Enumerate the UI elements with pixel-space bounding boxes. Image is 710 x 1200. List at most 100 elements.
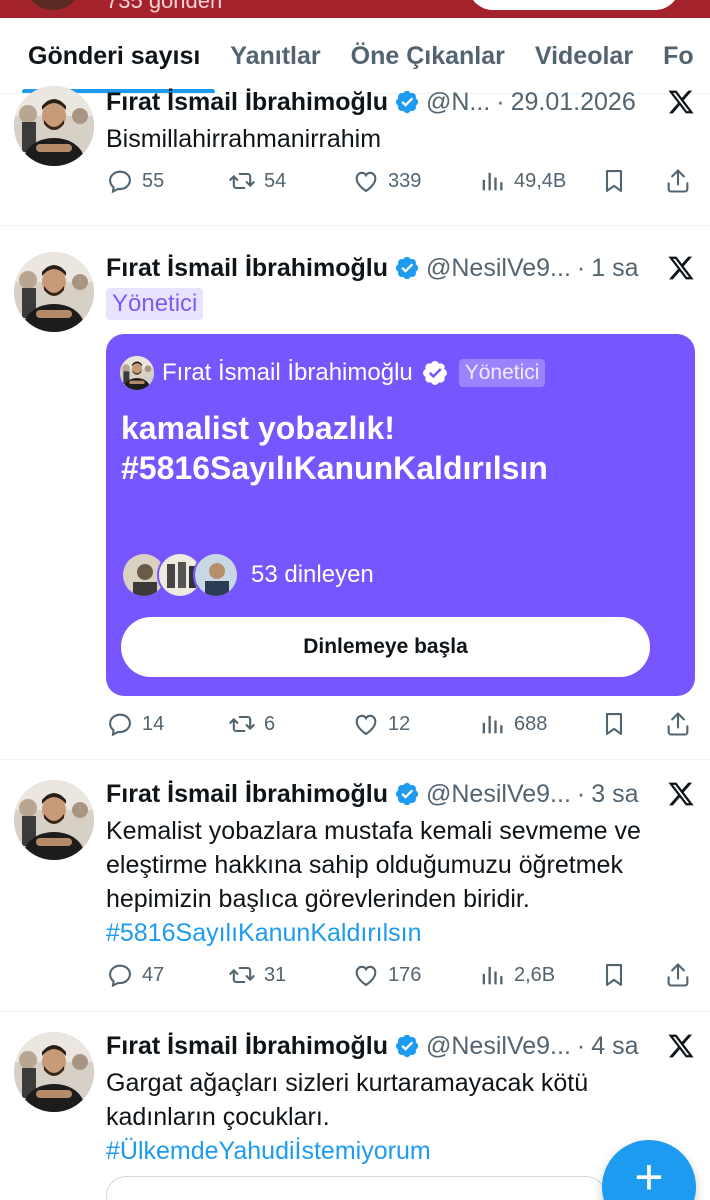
profile-header-remnant: 735 gönderi [0,0,710,18]
bookmark-button[interactable] [600,704,636,744]
space-title: kamalist yobazlık! #5816SayılıKanunKaldı… [121,408,675,488]
x-logo-icon[interactable] [666,82,696,122]
hashtag-link[interactable]: #5816SayılıKanunKaldırılsın [106,916,696,950]
separator-dot: · [576,779,586,808]
views-icon [478,710,506,738]
x-logo-icon[interactable] [666,774,696,814]
share-button[interactable] [664,161,700,201]
retweet-icon [228,167,256,195]
verified-icon [422,361,447,385]
share-icon [664,710,692,738]
reply-button[interactable]: 47 [106,955,164,995]
author-handle[interactable]: @NesilVe9... [426,780,571,809]
tweet-header: Fırat İsmail İbrahimoğlu @NesilVe9... · … [106,1026,696,1066]
like-button[interactable]: 339 [352,161,421,201]
follow-button-remnant[interactable] [468,0,680,10]
reply-icon [106,961,134,989]
bookmark-button[interactable] [600,955,636,995]
compose-plus-icon: + [634,1149,664,1200]
embedded-card-remnant [106,1176,606,1200]
bookmark-icon [600,961,628,989]
views-icon [478,961,506,989]
separator-dot: · [576,1031,586,1060]
like-count: 176 [388,963,422,986]
tweet-text: Bismillahirrahmanirrahim [106,125,382,153]
tweet-text: Kemalist yobazlara mustafa kemali sevmem… [106,814,696,950]
like-icon [352,167,380,195]
author-handle[interactable]: @NesilVe9... [426,254,571,283]
space-title-line: kamalist yobazlık! [121,410,395,446]
retweet-icon [228,710,256,738]
tweet-time[interactable]: 1 sa [591,254,638,283]
tweet[interactable]: Fırat İsmail İbrahimoğlu @NesilVe9... · … [0,760,710,1012]
author-name[interactable]: Fırat İsmail İbrahimoğlu [106,780,388,809]
separator-dot: · [496,87,505,116]
views-button[interactable]: 2,6B [478,955,555,995]
tweet-text-line: hepimizin başlıca görevlerinden biridir. [106,885,530,913]
share-button[interactable] [664,704,700,744]
share-icon [664,167,692,195]
share-button[interactable] [664,955,700,995]
reply-icon [106,710,134,738]
author-name[interactable]: Fırat İsmail İbrahimoğlu [106,88,388,117]
separator-dot: · [576,253,586,282]
retweet-button[interactable]: 54 [228,161,286,201]
bookmark-button[interactable] [600,161,636,201]
tweet-time[interactable]: 3 sa [591,780,638,809]
tweet-time[interactable]: 29.01.2026 [511,88,636,117]
space-title-hashtag: #5816SayılıKanunKaldırılsın [121,450,548,486]
bookmark-icon [600,167,628,195]
space-host-avatar [120,356,154,390]
tweet-header: Fırat İsmail İbrahimoğlu @NesilVe9... · … [106,248,696,288]
tweet-text: Gargat ağaçları sizleri kurtaramayacak k… [106,1066,696,1168]
views-icon [478,167,506,195]
retweet-count: 6 [264,712,276,735]
verified-icon [394,1033,420,1059]
retweet-button[interactable]: 31 [228,955,286,995]
listeners-count: 53 dinleyen [251,561,374,588]
x-logo-icon[interactable] [666,1026,696,1066]
verified-icon [394,89,420,115]
views-button[interactable]: 49,4B [478,161,566,201]
tweet-time[interactable]: 4 sa [591,1032,638,1061]
profile-avatar-remnant [28,0,78,10]
like-button[interactable]: 176 [352,955,421,995]
tweet-actions: 55 54 339 49,4B [106,161,696,201]
verified-icon [394,255,420,281]
space-host-role-badge: Yönetici [458,359,546,387]
tweet[interactable]: Fırat İsmail İbrahimoğlu @N... · 29.01.2… [0,82,710,226]
space-listeners: 53 dinleyen [121,552,374,598]
like-icon [352,710,380,738]
avatar[interactable] [14,252,94,332]
space-host: Fırat İsmail İbrahimoğlu Yönetici [120,356,546,390]
reply-button[interactable]: 14 [106,704,164,744]
x-logo-icon[interactable] [666,248,696,288]
avatar[interactable] [14,780,94,860]
tweet-text-line: Kemalist yobazlara mustafa kemali sevmem… [106,817,641,845]
retweet-count: 54 [264,169,287,192]
author-handle[interactable]: @N... [426,88,490,117]
like-count: 339 [388,169,422,192]
retweet-button[interactable]: 6 [228,704,275,744]
share-icon [664,961,692,989]
space-card[interactable]: Fırat İsmail İbrahimoğlu Yönetici kamali… [106,334,695,696]
avatar[interactable] [14,86,94,166]
bookmark-icon [600,710,628,738]
avatar[interactable] [14,1032,94,1112]
tweet[interactable]: Fırat İsmail İbrahimoğlu @NesilVe9... · … [0,230,710,760]
like-button[interactable]: 12 [352,704,410,744]
views-button[interactable]: 688 [478,704,547,744]
retweet-icon [228,961,256,989]
start-listening-button[interactable]: Dinlemeye başla [121,617,650,677]
views-count: 2,6B [514,963,556,986]
author-name[interactable]: Fırat İsmail İbrahimoğlu [106,254,388,283]
tweet-text-line: Gargat ağaçları sizleri kurtaramayacak k… [106,1069,589,1097]
like-icon [352,961,380,989]
author-name[interactable]: Fırat İsmail İbrahimoğlu [106,1032,388,1061]
author-handle[interactable]: @NesilVe9... [426,1032,571,1061]
reply-icon [106,167,134,195]
tweet-actions: 14 6 12 688 [106,704,696,744]
verified-icon [394,781,420,807]
listener-avatar [193,552,239,598]
reply-button[interactable]: 55 [106,161,164,201]
